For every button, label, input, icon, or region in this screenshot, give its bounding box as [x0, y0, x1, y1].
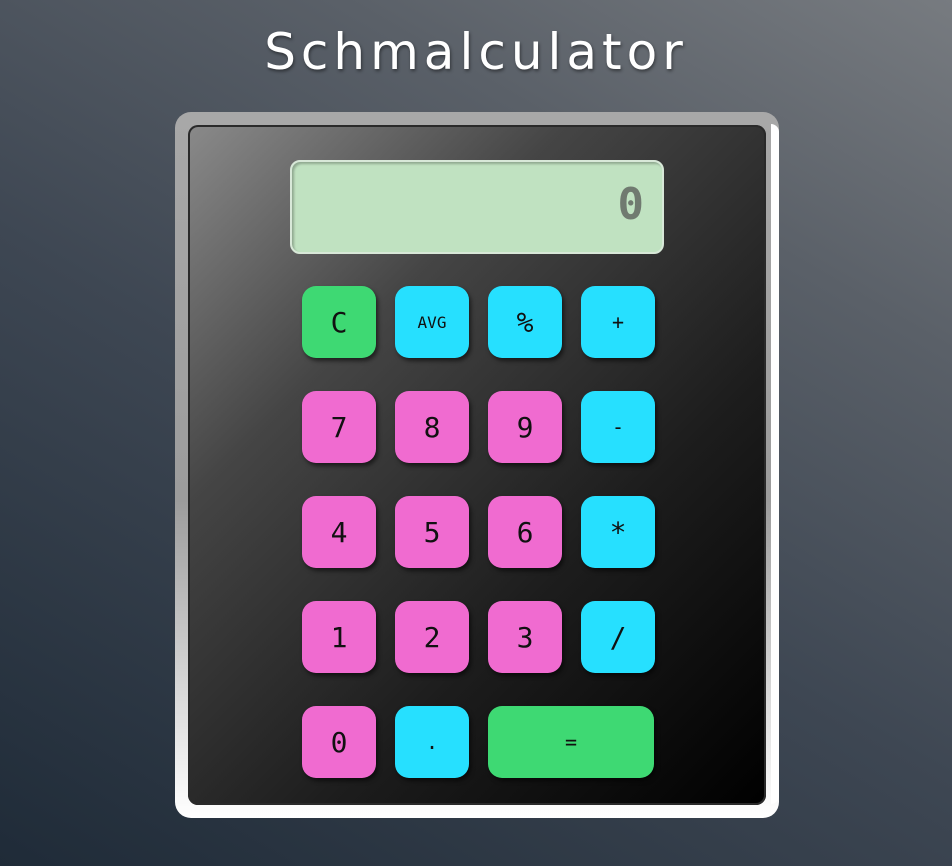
digit-7-button[interactable]: 7: [302, 391, 376, 463]
equals-button[interactable]: =: [488, 706, 654, 778]
clear-button[interactable]: C: [302, 286, 376, 358]
digit-3-button[interactable]: 3: [488, 601, 562, 673]
calculator-frame: 0 C AVG % + 7 8 9 - 4 5 6 * 1 2 3 / 0 . …: [175, 112, 779, 818]
decimal-button[interactable]: .: [395, 706, 469, 778]
digit-4-button[interactable]: 4: [302, 496, 376, 568]
subtract-button[interactable]: -: [581, 391, 655, 463]
frame-edge: [771, 124, 779, 804]
app-title: Schmalculator: [264, 23, 688, 81]
digit-1-button[interactable]: 1: [302, 601, 376, 673]
digit-9-button[interactable]: 9: [488, 391, 562, 463]
digit-5-button[interactable]: 5: [395, 496, 469, 568]
digit-0-button[interactable]: 0: [302, 706, 376, 778]
divide-button[interactable]: /: [581, 601, 655, 673]
digit-2-button[interactable]: 2: [395, 601, 469, 673]
display-value: 0: [617, 179, 645, 230]
multiply-button[interactable]: *: [581, 496, 655, 568]
add-button[interactable]: +: [581, 286, 655, 358]
avg-button[interactable]: AVG: [395, 286, 469, 358]
calculator-body: 0 C AVG % + 7 8 9 - 4 5 6 * 1 2 3 / 0 . …: [188, 125, 766, 805]
digit-8-button[interactable]: 8: [395, 391, 469, 463]
display-screen: 0: [290, 160, 664, 254]
digit-6-button[interactable]: 6: [488, 496, 562, 568]
percent-button[interactable]: %: [488, 286, 562, 358]
